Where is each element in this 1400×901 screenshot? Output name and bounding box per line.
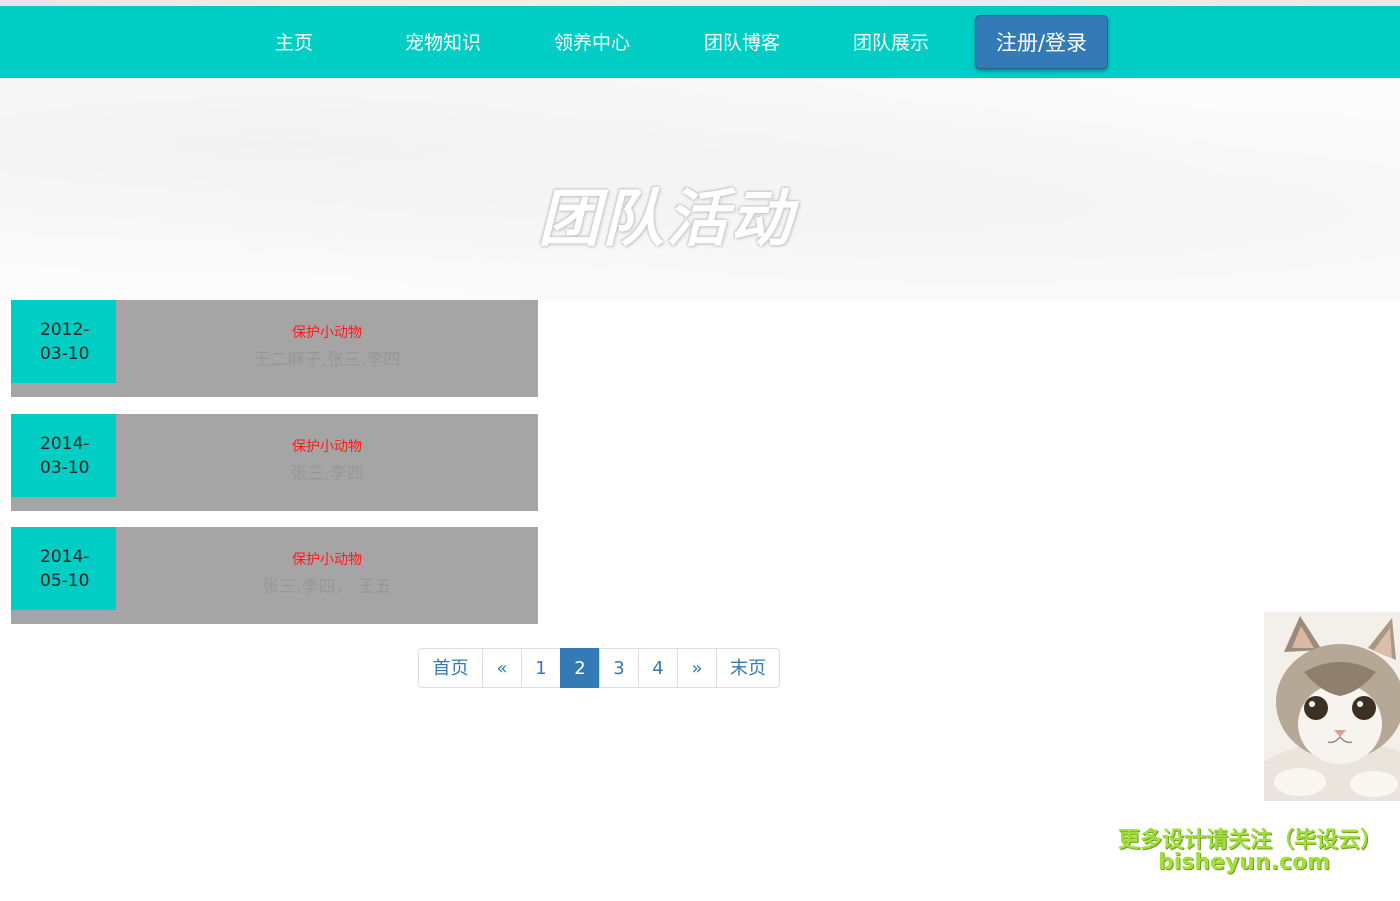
activity-date-year: 2012- (40, 320, 90, 340)
nav-item-adoption-center[interactable]: 领养中心 (542, 6, 642, 78)
pagination-first-button[interactable]: 首页 (418, 648, 483, 688)
activity-members: 王二麻子,张三,李四 (253, 350, 401, 370)
activity-card[interactable]: 2014- 03-10 保护小动物 张三,李四 (11, 414, 538, 511)
pagination-page-2[interactable]: 2 (560, 648, 600, 688)
activity-date: 2014- 03-10 (11, 414, 116, 497)
activity-title[interactable]: 保护小动物 (116, 436, 538, 456)
nav-item-home[interactable]: 主页 (254, 6, 334, 78)
activity-date-day: 05-10 (40, 571, 90, 591)
activity-members: 张三,李四， 王五 (262, 577, 392, 597)
pagination-page-3[interactable]: 3 (599, 648, 639, 688)
nav-item-pet-knowledge[interactable]: 宠物知识 (393, 6, 493, 78)
activity-card[interactable]: 2014- 05-10 保护小动物 张三,李四， 王五 (11, 527, 538, 624)
activity-date: 2014- 05-10 (11, 527, 116, 610)
activity-date-day: 03-10 (40, 458, 90, 478)
cat-photo (1264, 612, 1400, 801)
pagination-last-button[interactable]: 末页 (716, 648, 780, 688)
register-login-button[interactable]: 注册/登录 (975, 15, 1108, 69)
activity-card[interactable]: 2012- 03-10 保护小动物 王二麻子,张三,李四 (11, 300, 538, 397)
activity-date-day: 03-10 (40, 344, 90, 364)
page-title: 团队活动 (538, 182, 795, 255)
top-navbar: 主页 宠物知识 领养中心 团队博客 团队展示 注册/登录 (0, 6, 1400, 78)
activity-date-year: 2014- (40, 547, 90, 567)
activity-members: 张三,李四 (290, 464, 364, 484)
activity-title[interactable]: 保护小动物 (116, 322, 538, 342)
pagination-page-1[interactable]: 1 (521, 648, 561, 688)
nav-item-team-blog[interactable]: 团队博客 (692, 6, 792, 78)
pagination-next-button[interactable]: » (677, 648, 717, 688)
activity-title[interactable]: 保护小动物 (116, 549, 538, 569)
nav-item-team-showcase[interactable]: 团队展示 (841, 6, 941, 78)
cat-icon (1264, 612, 1400, 801)
pagination: 首页 « 1 2 3 4 » 末页 (418, 648, 780, 688)
watermark-url: bisheyun.com (1158, 850, 1331, 875)
activity-date: 2012- 03-10 (11, 300, 116, 383)
pagination-page-4[interactable]: 4 (638, 648, 678, 688)
hero-banner: 团队活动 (0, 78, 1400, 300)
activity-date-year: 2014- (40, 434, 90, 454)
pagination-prev-button[interactable]: « (482, 648, 522, 688)
